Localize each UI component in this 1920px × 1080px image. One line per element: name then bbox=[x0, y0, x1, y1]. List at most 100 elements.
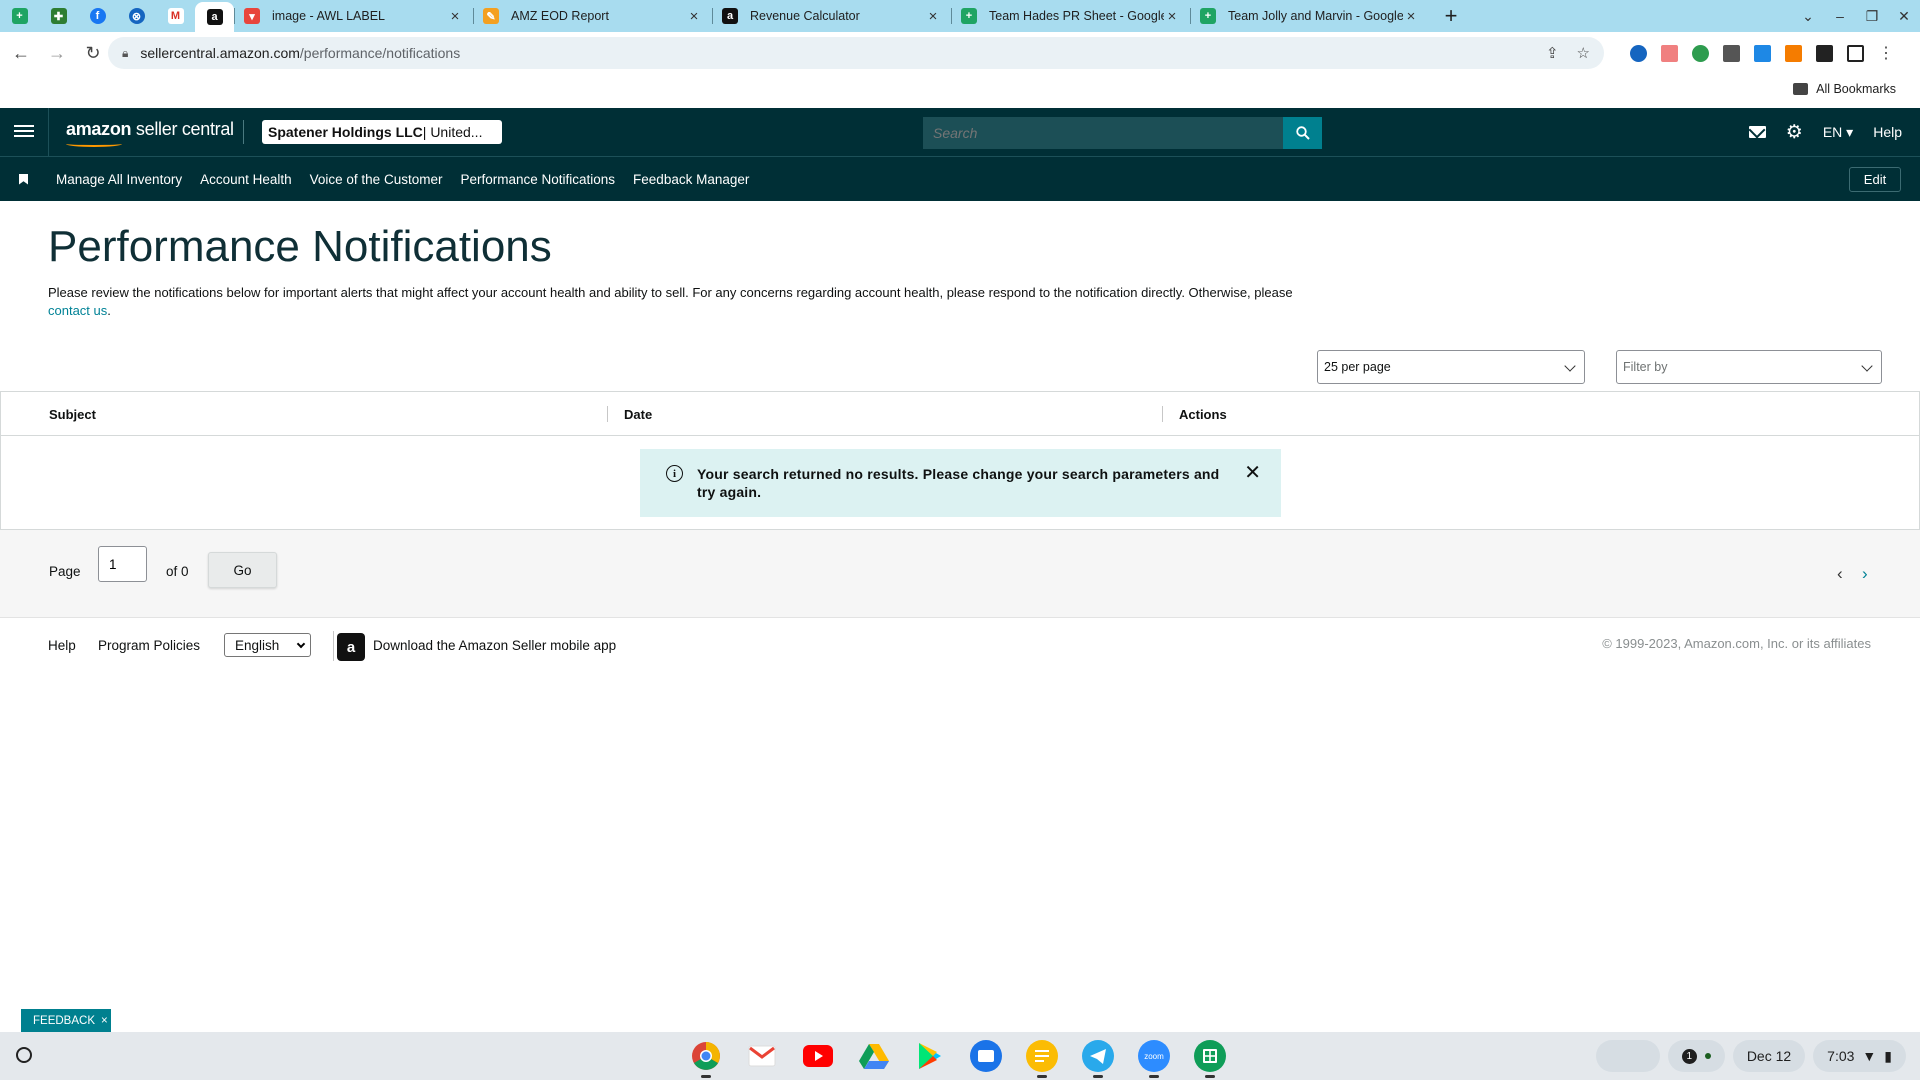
notification-count: 1 bbox=[1681, 1048, 1697, 1064]
pinned-tab-facebook[interactable]: f bbox=[78, 0, 117, 32]
sheets-icon[interactable] bbox=[1192, 1038, 1228, 1078]
program-policies-link[interactable]: Program Policies bbox=[98, 638, 200, 653]
star-icon[interactable]: ☆ bbox=[1577, 44, 1590, 62]
extension-icon[interactable] bbox=[1630, 44, 1647, 62]
files-icon[interactable] bbox=[968, 1038, 1004, 1074]
column-header-actions[interactable]: Actions bbox=[1179, 407, 1227, 422]
table-header: Subject Date Actions bbox=[1, 392, 1919, 436]
seller-central-header: amazon seller central Spatener Holdings … bbox=[0, 108, 1920, 156]
puzzle-icon[interactable] bbox=[1816, 44, 1833, 62]
chevron-left-icon[interactable]: ‹ bbox=[1837, 564, 1843, 584]
extension-icon[interactable] bbox=[1754, 44, 1771, 62]
logo-separator bbox=[243, 120, 244, 144]
bookmark-icon[interactable] bbox=[19, 173, 28, 185]
tab-eod-report[interactable]: ✎ AMZ EOD Report × bbox=[473, 0, 712, 32]
tab-close-icon[interactable]: × bbox=[925, 8, 941, 25]
search-button[interactable] bbox=[1283, 117, 1322, 149]
new-tab-button[interactable]: + bbox=[1435, 3, 1467, 29]
address-bar[interactable]: 🔒︎ sellercentral.amazon.com/performance/… bbox=[108, 37, 1604, 69]
tab-revenue-calculator[interactable]: a Revenue Calculator × bbox=[712, 0, 951, 32]
extension-icon[interactable] bbox=[1785, 44, 1802, 62]
nav-item-manage-inventory[interactable]: Manage All Inventory bbox=[56, 172, 182, 187]
gear-icon[interactable]: ⚙ bbox=[1786, 121, 1803, 144]
back-icon[interactable]: ← bbox=[6, 43, 36, 64]
tab-awl-label[interactable]: ▾ image - AWL LABEL × bbox=[234, 0, 473, 32]
language-code: EN bbox=[1822, 123, 1843, 140]
page-number-input[interactable] bbox=[98, 546, 147, 582]
keep-icon[interactable] bbox=[1024, 1038, 1060, 1078]
no-results-alert: i Your search returned no results. Pleas… bbox=[640, 449, 1281, 517]
date-display[interactable]: Dec 12 bbox=[1732, 1040, 1806, 1072]
extension-icon[interactable] bbox=[1661, 44, 1678, 62]
all-bookmarks[interactable]: All Bookmarks bbox=[1793, 82, 1896, 96]
nav-item-feedback-manager[interactable]: Feedback Manager bbox=[633, 172, 749, 187]
pinned-tab-gmail[interactable]: M bbox=[156, 0, 195, 32]
tab-close-icon[interactable]: × bbox=[686, 8, 702, 25]
header-search-input[interactable] bbox=[923, 117, 1283, 149]
hamburger-menu-icon[interactable] bbox=[14, 122, 34, 142]
extension-icon[interactable] bbox=[1692, 44, 1709, 62]
telegram-icon[interactable] bbox=[1080, 1038, 1116, 1078]
seller-app-icon[interactable]: a bbox=[337, 633, 365, 661]
forward-icon[interactable]: → bbox=[42, 43, 72, 64]
nav-item-performance-notifications[interactable]: Performance Notifications bbox=[460, 172, 615, 187]
notifications-table: Subject Date Actions i Your search retur… bbox=[0, 391, 1920, 530]
go-button[interactable]: Go bbox=[208, 552, 277, 588]
column-header-date[interactable]: Date bbox=[624, 407, 652, 422]
chrome-icon[interactable] bbox=[688, 1038, 724, 1078]
column-header-subject[interactable]: Subject bbox=[49, 407, 96, 422]
gmail-icon[interactable] bbox=[744, 1038, 780, 1074]
nav-item-voice-of-customer[interactable]: Voice of the Customer bbox=[310, 172, 443, 187]
language-selector[interactable]: EN ▾ bbox=[1823, 124, 1853, 141]
filter-by-select[interactable]: Filter by bbox=[1616, 350, 1882, 384]
feedback-button[interactable]: FEEDBACK × bbox=[21, 1009, 111, 1032]
kebab-menu-icon[interactable]: ⋮ bbox=[1878, 43, 1894, 63]
minimize-icon[interactable]: – bbox=[1824, 8, 1856, 24]
help-link[interactable]: Help bbox=[1873, 124, 1902, 140]
per-page-select[interactable]: 25 per page bbox=[1317, 350, 1585, 384]
close-icon[interactable]: ✕ bbox=[1244, 463, 1261, 517]
side-panel-icon[interactable] bbox=[1847, 44, 1864, 62]
mail-icon[interactable] bbox=[1748, 126, 1766, 138]
tab-title: image - AWL LABEL bbox=[272, 9, 386, 23]
pinned-tab-amazon-active[interactable]: a bbox=[195, 2, 234, 32]
footer-language-value: English bbox=[235, 637, 280, 653]
download-app-link[interactable]: Download the Amazon Seller mobile app bbox=[373, 638, 616, 653]
footer-language-select[interactable]: English bbox=[224, 633, 311, 657]
system-tray[interactable]: 7:03 ▼ ▮ bbox=[1813, 1040, 1906, 1072]
tab-close-icon[interactable]: × bbox=[1403, 8, 1419, 25]
pinned-tab-extension[interactable]: ✚ bbox=[39, 0, 78, 32]
tab-search-icon[interactable]: ⌄ bbox=[1792, 8, 1824, 25]
zoom-icon[interactable]: zoom bbox=[1136, 1038, 1172, 1078]
notification-tray[interactable]: 1 bbox=[1667, 1040, 1725, 1072]
tab-close-icon[interactable]: × bbox=[447, 8, 463, 25]
extension-icon[interactable] bbox=[1723, 44, 1740, 62]
feedback-close-icon[interactable]: × bbox=[101, 1015, 108, 1027]
tab-close-icon[interactable]: × bbox=[1164, 8, 1180, 25]
pinned-tab-sheets[interactable]: + bbox=[0, 0, 39, 32]
share-icon[interactable]: ⇪ bbox=[1546, 44, 1559, 62]
reload-icon[interactable]: ↻ bbox=[78, 43, 108, 64]
tote-icon[interactable] bbox=[1595, 1040, 1660, 1072]
close-window-icon[interactable]: ✕ bbox=[1888, 8, 1920, 25]
chevron-right-icon[interactable]: › bbox=[1862, 564, 1868, 584]
eod-report-icon: ✎ bbox=[483, 8, 499, 24]
tab-team-jolly[interactable]: + Team Jolly and Marvin - Google × bbox=[1190, 0, 1429, 32]
drive-icon[interactable] bbox=[856, 1038, 892, 1074]
seller-central-logo[interactable]: amazon seller central bbox=[66, 119, 234, 140]
contact-us-link[interactable]: contact us bbox=[48, 303, 107, 318]
play-store-icon[interactable] bbox=[912, 1038, 948, 1074]
launcher-icon[interactable] bbox=[16, 1047, 32, 1063]
pinned-tab-app[interactable]: ⊗ bbox=[117, 0, 156, 32]
nav-item-account-health[interactable]: Account Health bbox=[200, 172, 292, 187]
pinned-tabs: + ✚ f ⊗ M a bbox=[0, 0, 234, 32]
sheets-icon: + bbox=[1200, 8, 1216, 24]
restore-icon[interactable]: ❐ bbox=[1856, 8, 1888, 25]
edit-nav-button[interactable]: Edit bbox=[1849, 167, 1901, 192]
footer-help-link[interactable]: Help bbox=[48, 638, 76, 653]
tab-team-hades[interactable]: + Team Hades PR Sheet - Google × bbox=[951, 0, 1190, 32]
store-selector[interactable]: Spatener Holdings LLC | United... bbox=[262, 120, 502, 144]
youtube-icon[interactable] bbox=[800, 1038, 836, 1074]
per-page-value: 25 per page bbox=[1324, 360, 1391, 374]
column-divider bbox=[607, 406, 608, 422]
